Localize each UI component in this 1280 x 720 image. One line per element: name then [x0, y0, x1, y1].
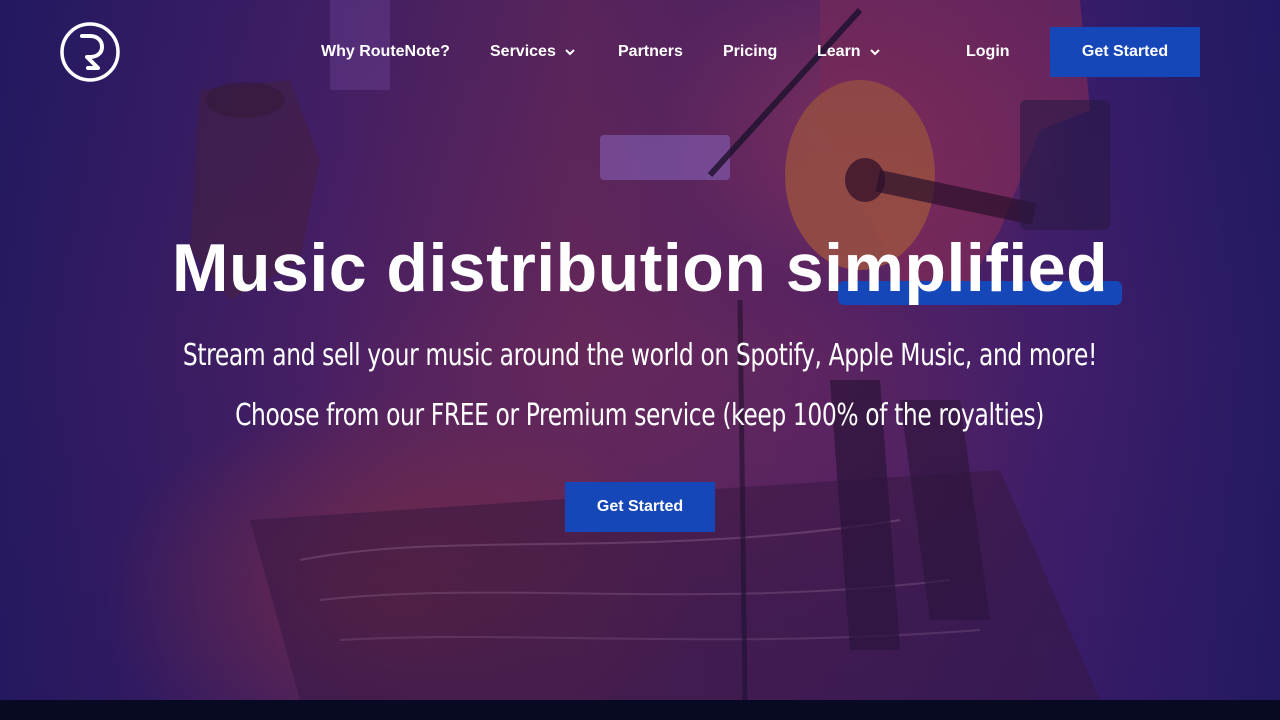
hero-get-started-button[interactable]: Get Started	[565, 482, 715, 532]
header-get-started-label: Get Started	[1081, 43, 1169, 60]
nav-pricing-label: Pricing	[723, 43, 778, 60]
login-label: Login	[966, 43, 1010, 60]
nav-partners[interactable]: Partners	[618, 41, 683, 63]
nav-why-routenote[interactable]: Why RouteNote?	[321, 41, 450, 63]
hero-subtext-line2: Choose from our FREE or Premium service …	[0, 398, 1280, 433]
hero-get-started-label: Get Started	[596, 498, 684, 515]
footer-strip	[0, 700, 1280, 720]
hero-headline: Music distribution simplified	[171, 230, 1109, 306]
nav-services-label: Services	[490, 43, 556, 60]
header-get-started-button[interactable]: Get Started	[1050, 27, 1200, 77]
nav-learn-label: Learn	[817, 43, 861, 60]
chevron-down-icon	[565, 49, 575, 56]
hero-subtext-line1-text: Stream and sell your music around the wo…	[182, 338, 1098, 373]
nav-partners-label: Partners	[618, 43, 683, 60]
nav-learn[interactable]: Learn	[817, 41, 881, 63]
hero-subtext-line2-text: Choose from our FREE or Premium service …	[235, 398, 1045, 433]
routenote-logo-icon[interactable]	[60, 22, 120, 82]
login-link[interactable]: Login	[966, 41, 1010, 63]
nav-services[interactable]: Services	[490, 41, 576, 63]
nav-why-routenote-label: Why RouteNote?	[321, 43, 450, 60]
chevron-down-icon	[869, 49, 880, 56]
hero-subtext-line1: Stream and sell your music around the wo…	[0, 338, 1280, 373]
nav-pricing[interactable]: Pricing	[723, 41, 777, 63]
